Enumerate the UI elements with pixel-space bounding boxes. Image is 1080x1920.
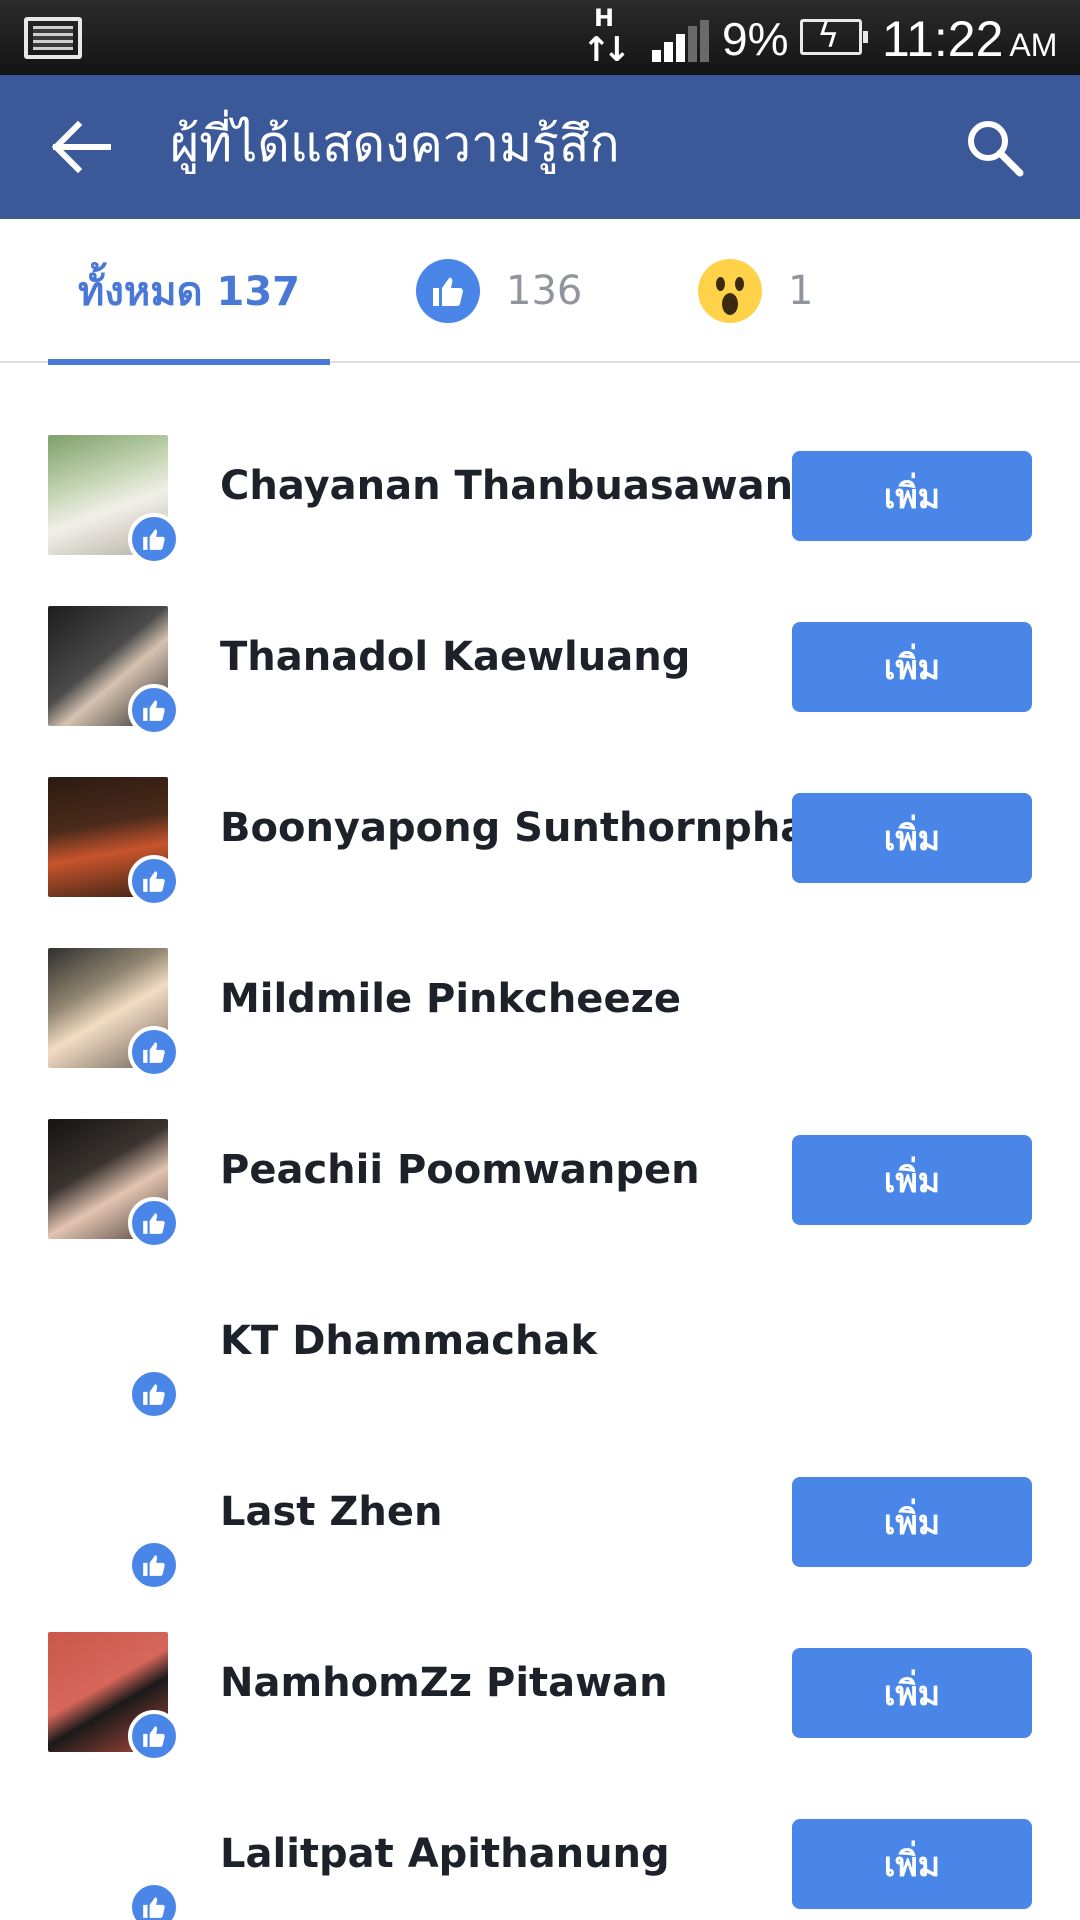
clock-time: 11:22 [882, 11, 1004, 67]
list-item[interactable]: Boonyapong Sunthornphan เพิ่ม [0, 742, 1080, 913]
active-tab-indicator [48, 359, 330, 365]
tab-all[interactable]: ทั้งหมด 137 [48, 219, 330, 365]
back-button[interactable] [48, 115, 118, 179]
gallery-notification-icon [24, 17, 82, 59]
like-badge-icon [128, 684, 180, 736]
like-icon [416, 259, 480, 323]
like-badge-icon [128, 1710, 180, 1762]
person-name[interactable]: KT Dhammachak [220, 1255, 597, 1426]
data-arrows-icon: ↑↓ [582, 30, 631, 70]
like-badge-icon [128, 513, 180, 565]
person-name[interactable]: Chayanan Thanbuasawan [220, 400, 793, 571]
add-friend-button[interactable]: เพิ่ม [792, 1135, 1032, 1225]
person-name[interactable]: NamhomZz Pitawan [220, 1597, 668, 1768]
tab-all-label: ทั้งหมด 137 [77, 269, 301, 315]
list-item[interactable]: Thanadol Kaewluang เพิ่ม [0, 571, 1080, 742]
battery-percent: 9% [722, 13, 789, 65]
person-name[interactable]: Thanadol Kaewluang [220, 571, 690, 742]
add-friend-button[interactable]: เพิ่ม [792, 451, 1032, 541]
clock: 11:22 AM [882, 10, 1057, 68]
tab-wow[interactable]: 1 [698, 219, 838, 363]
tab-like-count: 136 [506, 268, 583, 314]
person-name[interactable]: Peachii Poomwanpen [220, 1084, 700, 1255]
list-item[interactable]: Peachii Poomwanpen เพิ่ม [0, 1084, 1080, 1255]
like-badge-icon [128, 1026, 180, 1078]
back-arrow-icon [51, 120, 111, 174]
person-name[interactable]: Boonyapong Sunthornphan [220, 742, 836, 913]
like-badge-icon [128, 1197, 180, 1249]
network-data-icon: H ↑↓ [580, 4, 631, 70]
list-item[interactable]: Lalitpat Apithanung เพิ่ม [0, 1768, 1080, 1920]
tab-wow-count: 1 [788, 268, 814, 314]
reaction-tabs: ทั้งหมด 137 136 1 [0, 219, 1080, 365]
add-friend-button[interactable]: เพิ่ม [792, 793, 1032, 883]
list-item[interactable]: NamhomZz Pitawan เพิ่ม [0, 1597, 1080, 1768]
person-name[interactable]: Lalitpat Apithanung [220, 1768, 670, 1920]
person-name[interactable]: Last Zhen [220, 1426, 442, 1597]
status-bar: H ↑↓ 9% ϟ 11:22 AM [0, 0, 1080, 75]
wow-icon [698, 259, 762, 323]
like-badge-icon [128, 1539, 180, 1591]
list-item[interactable]: Last Zhen เพิ่ม [0, 1426, 1080, 1597]
list-item[interactable]: Chayanan Thanbuasawan เพิ่ม [0, 400, 1080, 571]
clock-ampm: AM [1009, 27, 1058, 63]
list-item[interactable]: Mildmile Pinkcheeze [0, 913, 1080, 1084]
like-badge-icon [128, 855, 180, 907]
add-friend-button[interactable]: เพิ่ม [792, 622, 1032, 712]
app-header: ผู้ที่ได้แสดงความรู้สึก [0, 75, 1080, 219]
add-friend-button[interactable]: เพิ่ม [792, 1819, 1032, 1909]
add-friend-button[interactable]: เพิ่ม [792, 1477, 1032, 1567]
like-badge-icon [128, 1368, 180, 1420]
signal-strength-icon [652, 20, 710, 62]
add-friend-button[interactable]: เพิ่ม [792, 1648, 1032, 1738]
search-icon [968, 121, 1024, 177]
page-title: ผู้ที่ได้แสดงความรู้สึก [170, 115, 620, 173]
like-badge-icon [128, 1881, 180, 1920]
reactions-list: Chayanan Thanbuasawan เพิ่ม Thanadol Kae… [0, 400, 1080, 1920]
list-item[interactable]: KT Dhammachak [0, 1255, 1080, 1426]
battery-charging-icon: ϟ [800, 16, 868, 56]
search-button[interactable] [960, 113, 1030, 183]
network-type: H [594, 4, 615, 32]
tab-like[interactable]: 136 [416, 219, 616, 363]
person-name[interactable]: Mildmile Pinkcheeze [220, 913, 681, 1084]
